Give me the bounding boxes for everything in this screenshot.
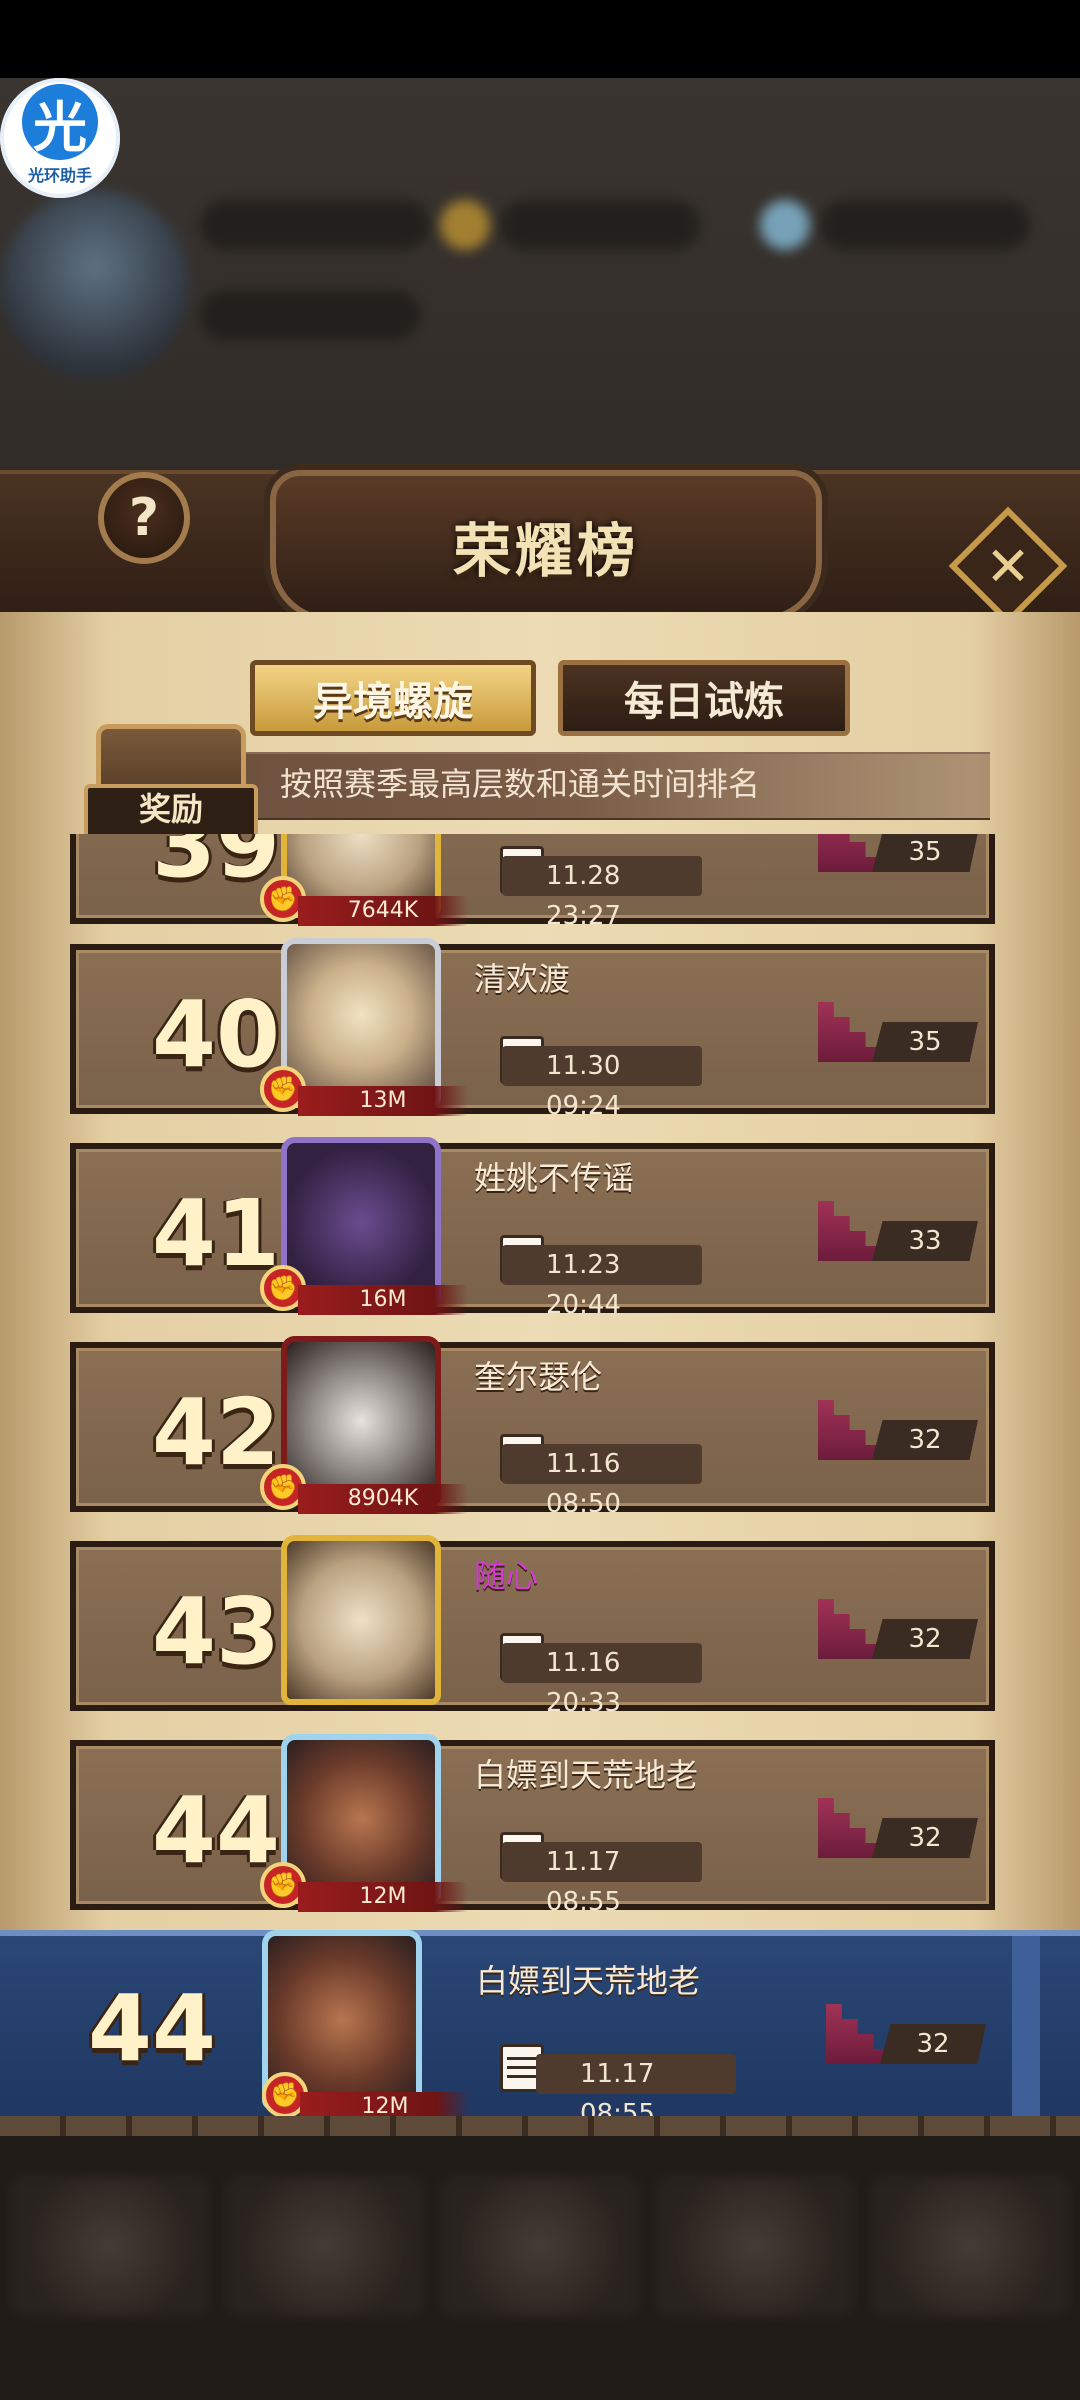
clear-time: 11.17 08:55: [502, 1842, 702, 1917]
clear-time: 11.23 20:44: [502, 1245, 702, 1320]
player-name: 随心: [474, 1557, 539, 1595]
floor-stairs-icon: [818, 1201, 884, 1261]
tab-spiral[interactable]: 异境螺旋: [250, 660, 536, 736]
hud-event-pill: [200, 290, 420, 340]
player-name: 奎尔瑟伦: [474, 1358, 603, 1396]
floor-count: 32: [872, 1420, 978, 1460]
reward-button[interactable]: 奖励: [84, 784, 258, 840]
assistant-logo-icon: 光: [22, 84, 98, 160]
list-item[interactable]: 41 ✊ 16M 姓姚不传谣 11.23 20:44 33: [70, 1137, 995, 1320]
question-icon: ?: [128, 488, 160, 548]
my-player-name: 白嫖到天荒地老: [476, 1962, 701, 2000]
nav-slot-1[interactable]: [10, 2176, 210, 2316]
nav-slot-4[interactable]: [655, 2176, 855, 2316]
player-avatar[interactable]: [281, 1535, 441, 1705]
help-button[interactable]: ?: [98, 472, 190, 564]
page-title: 荣耀榜: [452, 517, 639, 585]
floor-stairs-icon: [818, 1798, 884, 1858]
tab-daily-trial[interactable]: 每日试炼: [558, 660, 850, 736]
clear-time: 11.28 23:27: [502, 856, 702, 931]
combat-power-value: 16M: [298, 1285, 468, 1315]
combat-power-value: 7644K: [298, 896, 468, 926]
diamond-icon: [760, 200, 810, 250]
player-avatar-blurred: [0, 190, 190, 380]
nav-slot-3[interactable]: [440, 2176, 640, 2316]
floor-stairs-icon: [818, 1599, 884, 1659]
floor-count: 32: [872, 1619, 978, 1659]
floor-count: 35: [872, 1022, 978, 1062]
assistant-label: 光环助手: [27, 166, 92, 185]
hud-name-pill: [200, 200, 430, 250]
close-icon: ✕: [985, 534, 1031, 598]
combat-power-value: 8904K: [298, 1484, 468, 1514]
player-name: 白嫖到天荒地老: [474, 1756, 699, 1794]
title-plate: 荣耀榜: [270, 470, 822, 622]
gold-coin-icon: [440, 200, 490, 250]
diamond-pill: [820, 200, 1030, 250]
floor-count: 32: [872, 1818, 978, 1858]
status-bar: [0, 0, 1080, 78]
nav-slot-2[interactable]: [225, 2176, 425, 2316]
clear-time: 11.16 08:50: [502, 1444, 702, 1519]
list-item[interactable]: 43 随心 11.16 20:33 32: [70, 1535, 995, 1718]
floor-stairs-icon: [826, 2004, 892, 2064]
nav-slot-5[interactable]: [870, 2176, 1070, 2316]
assistant-floating-badge[interactable]: 光 光环助手: [0, 78, 120, 198]
list-item[interactable]: 44 ✊ 12M 白嫖到天荒地老 11.17 08:55 32: [70, 1734, 995, 1917]
bottom-nav-blurred: [0, 2136, 1080, 2400]
floor-count: 35: [872, 834, 978, 872]
floor-stairs-icon: [818, 1002, 884, 1062]
player-name: 姓姚不传谣: [474, 1159, 635, 1197]
clear-time: 11.30 09:24: [502, 1046, 702, 1121]
clear-time: 11.16 20:33: [502, 1643, 702, 1718]
combat-power-value: 12M: [298, 1882, 468, 1912]
floor-stairs-icon: [818, 1400, 884, 1460]
leaderboard-list[interactable]: 39 ✊ 7644K 11.28 23:27 35 40 ✊ 13M 清欢渡 1…: [0, 834, 1080, 1934]
floor-count: 33: [872, 1221, 978, 1261]
list-item[interactable]: 40 ✊ 13M 清欢渡 11.30 09:24 35: [70, 938, 995, 1121]
blurred-hud: [0, 150, 1080, 380]
row-edge-decoration: [1012, 1936, 1040, 2122]
my-rank-row[interactable]: 44 ✊ 12M 白嫖到天荒地老 11.17 08:55 32: [0, 1930, 1080, 2129]
my-clear-time: 11.17 08:55: [536, 2054, 736, 2129]
my-floor-count: 32: [880, 2024, 986, 2064]
player-name: 清欢渡: [474, 960, 571, 998]
ranking-rule-text: 按照赛季最高层数和通关时间排名: [280, 765, 761, 803]
my-rank-number: 44: [87, 1975, 217, 2082]
combat-power-value: 13M: [298, 1086, 468, 1116]
list-item[interactable]: 39 ✊ 7644K 11.28 23:27 35: [70, 834, 995, 931]
gold-pill: [500, 200, 700, 250]
list-item[interactable]: 42 ✊ 8904K 奎尔瑟伦 11.16 08:50 32: [70, 1336, 995, 1519]
panel-bottom-frame: [0, 2116, 1080, 2136]
